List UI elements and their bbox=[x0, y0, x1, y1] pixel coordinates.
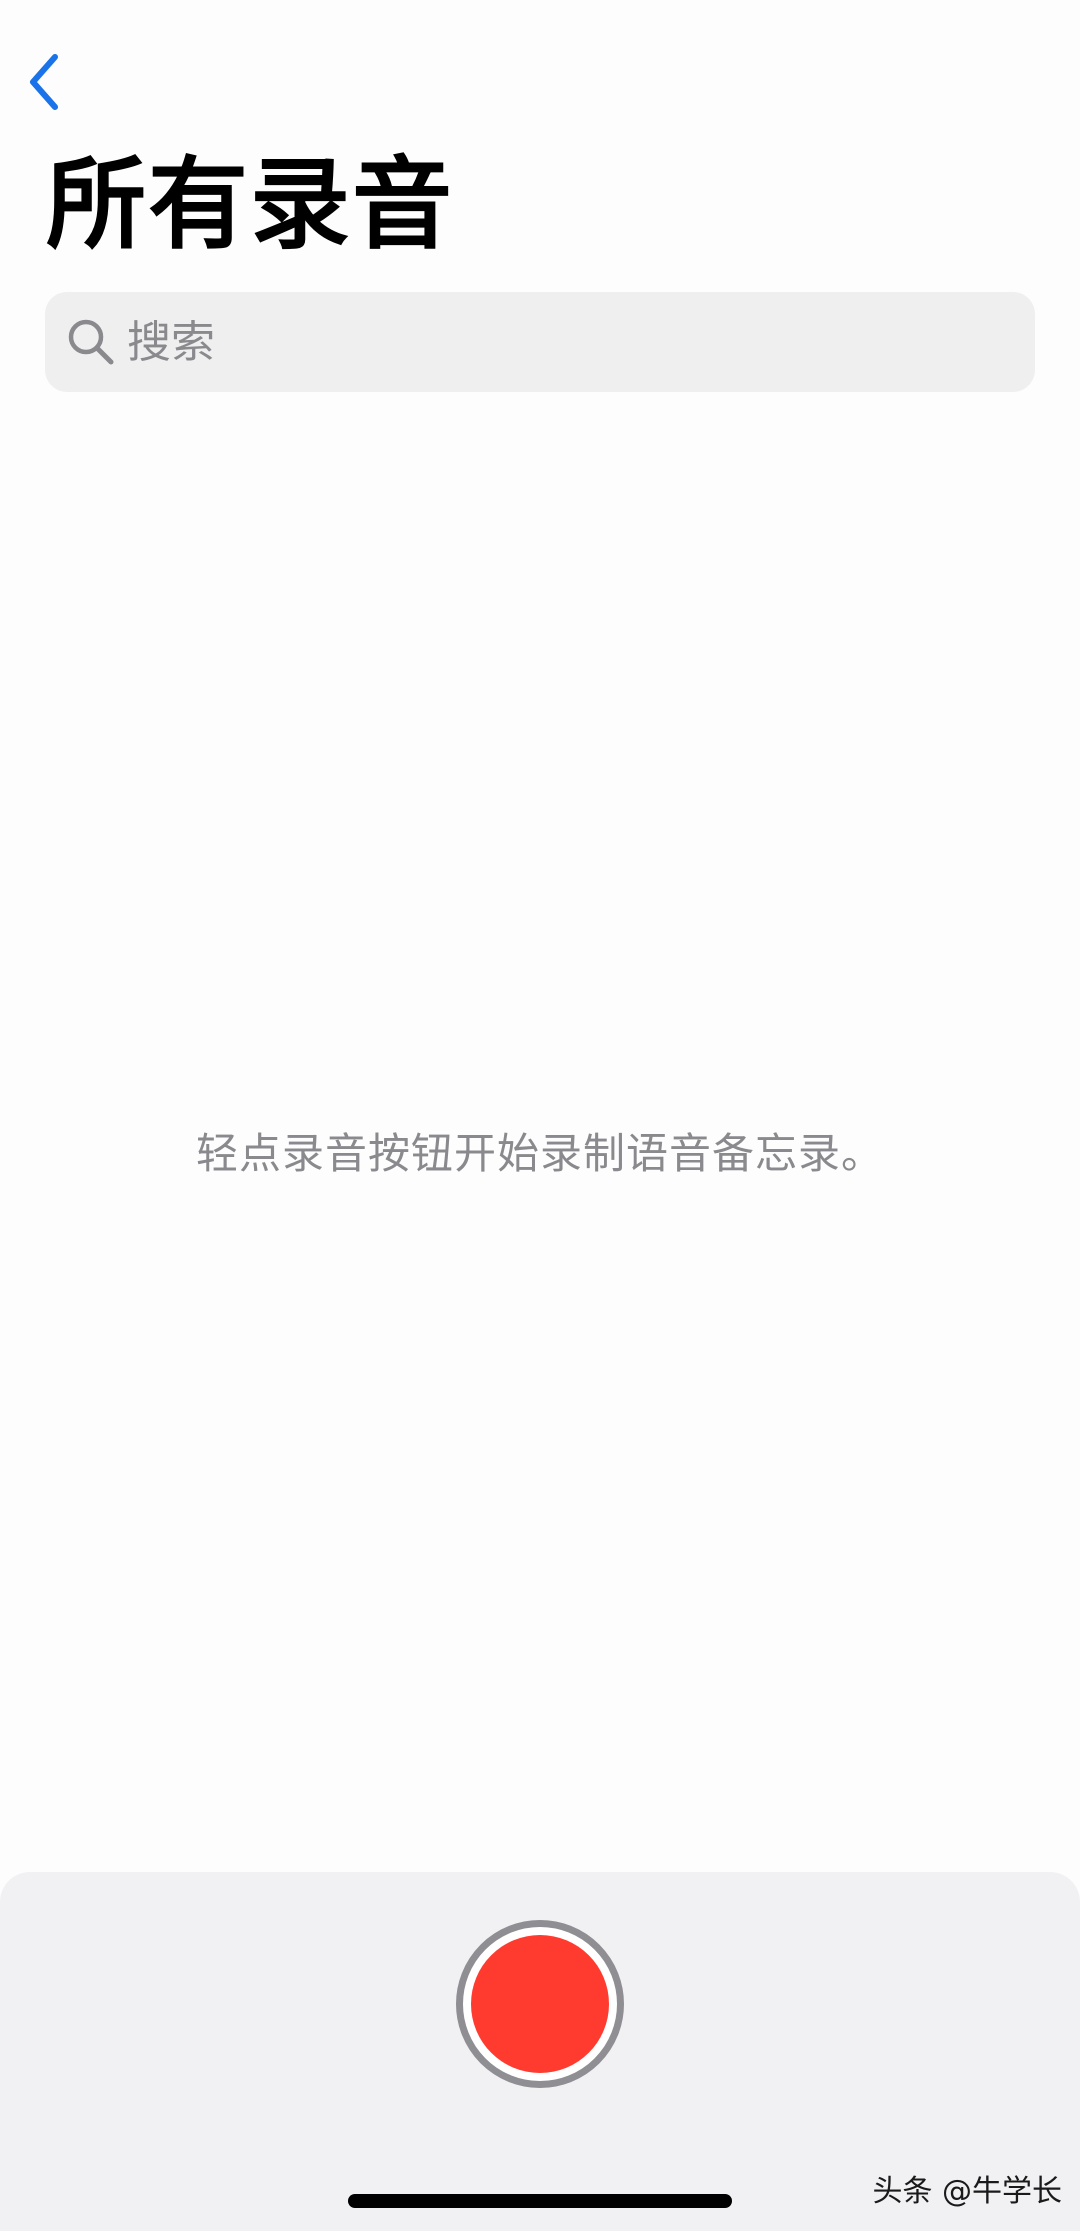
home-indicator[interactable] bbox=[348, 2194, 732, 2208]
record-button[interactable] bbox=[456, 1920, 624, 2088]
search-icon bbox=[63, 314, 119, 370]
back-button[interactable] bbox=[16, 52, 72, 116]
record-icon bbox=[471, 1935, 609, 2073]
search-input[interactable] bbox=[127, 316, 1007, 368]
chevron-left-icon bbox=[27, 53, 61, 115]
watermark: 头条 @牛学长 bbox=[872, 2174, 1062, 2209]
search-bar[interactable] bbox=[45, 292, 1035, 392]
empty-state-hint: 轻点录音按钮开始录制语音备忘录。 bbox=[195, 1129, 884, 1178]
page-title: 所有录音 bbox=[46, 146, 454, 263]
